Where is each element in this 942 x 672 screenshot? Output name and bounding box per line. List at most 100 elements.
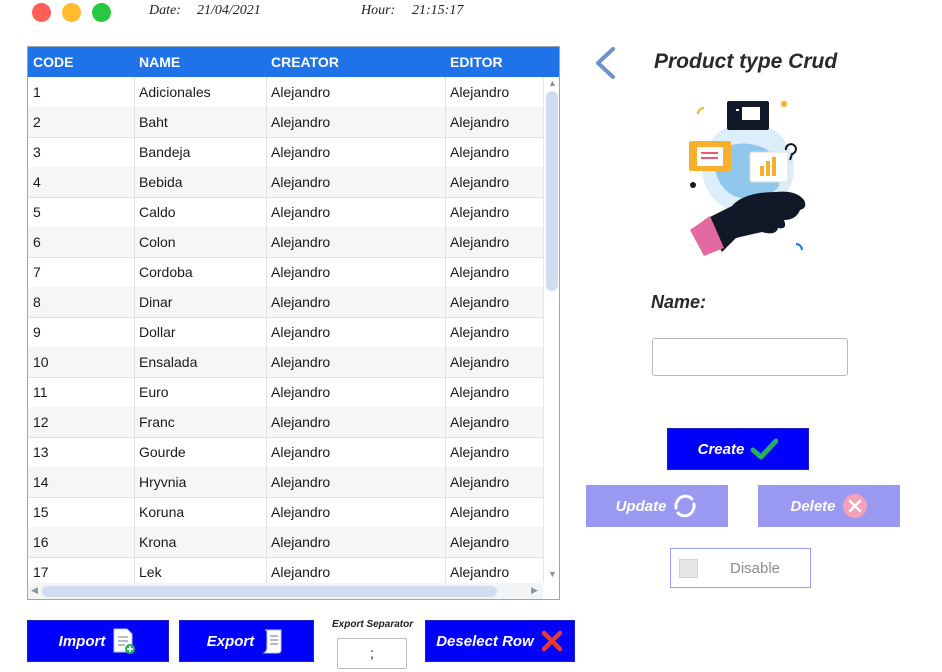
cell-code: 1 — [33, 84, 41, 100]
cell-code: 7 — [33, 264, 41, 280]
cell-creator: Alejandro — [271, 84, 331, 100]
cell-name: Hryvnia — [139, 474, 187, 490]
cell-name: Dollar — [139, 324, 176, 340]
vertical-scrollbar[interactable]: ▲ ▼ — [543, 77, 559, 583]
table-row[interactable]: 4 Bebida Alejandro Alejandro — [28, 167, 543, 198]
window-controls — [32, 3, 111, 22]
cell-editor: Alejandro — [450, 204, 510, 220]
table-row[interactable]: 15 Koruna Alejandro Alejandro — [28, 497, 543, 528]
export-scroll-icon — [262, 629, 282, 654]
cell-code: 6 — [33, 234, 41, 250]
export-button[interactable]: Export — [179, 620, 314, 662]
cell-name: Euro — [139, 384, 169, 400]
cell-creator: Alejandro — [271, 294, 331, 310]
cell-editor: Alejandro — [450, 174, 510, 190]
cell-creator: Alejandro — [271, 414, 331, 430]
delete-button-label: Delete — [790, 497, 836, 515]
cell-editor: Alejandro — [450, 354, 510, 370]
disable-checkbox[interactable] — [679, 559, 698, 578]
hour-label: Hour: — [361, 3, 396, 18]
cell-code: 15 — [33, 504, 49, 520]
table-row[interactable]: 13 Gourde Alejandro Alejandro — [28, 437, 543, 468]
table-row[interactable]: 10 Ensalada Alejandro Alejandro — [28, 347, 543, 378]
table-row[interactable]: 14 Hryvnia Alejandro Alejandro — [28, 467, 543, 498]
cell-creator: Alejandro — [271, 174, 331, 190]
cell-code: 9 — [33, 324, 41, 340]
scroll-down-icon[interactable]: ▼ — [548, 569, 557, 579]
scroll-right-icon[interactable]: ▶ — [531, 585, 538, 596]
column-header-code[interactable]: CODE — [33, 47, 73, 77]
disable-label: Disable — [730, 560, 781, 577]
table-row[interactable]: 11 Euro Alejandro Alejandro — [28, 377, 543, 408]
table-row[interactable]: 16 Krona Alejandro Alejandro — [28, 527, 543, 558]
vertical-scroll-thumb[interactable] — [546, 91, 558, 291]
table-row[interactable]: 6 Colon Alejandro Alejandro — [28, 227, 543, 258]
cell-name: Colon — [139, 234, 176, 250]
export-separator-label: Export Separator — [332, 619, 414, 630]
cell-creator: Alejandro — [271, 114, 331, 130]
delete-button[interactable]: Delete — [758, 485, 900, 527]
cell-creator: Alejandro — [271, 324, 331, 340]
cell-editor: Alejandro — [450, 444, 510, 460]
date-label: Date: — [149, 3, 181, 18]
cell-editor: Alejandro — [450, 474, 510, 490]
cell-editor: Alejandro — [450, 234, 510, 250]
column-header-creator[interactable]: CREATOR — [271, 47, 339, 77]
table-row[interactable]: 7 Cordoba Alejandro Alejandro — [28, 257, 543, 288]
cell-creator: Alejandro — [271, 444, 331, 460]
cell-name: Caldo — [139, 204, 176, 220]
cell-code: 16 — [33, 534, 49, 550]
deselect-row-button[interactable]: Deselect Row — [425, 620, 575, 662]
cell-code: 12 — [33, 414, 49, 430]
scroll-left-icon[interactable]: ◀ — [31, 585, 38, 596]
cell-name: Dinar — [139, 294, 173, 310]
minimize-window-button[interactable] — [62, 3, 81, 22]
cell-editor: Alejandro — [450, 324, 510, 340]
cell-name: Ensalada — [139, 354, 198, 370]
table-row[interactable]: 1 Adicionales Alejandro Alejandro — [28, 77, 543, 108]
import-button-label: Import — [58, 632, 106, 650]
table-row[interactable]: 8 Dinar Alejandro Alejandro — [28, 287, 543, 318]
cell-editor: Alejandro — [450, 414, 510, 430]
cell-code: 5 — [33, 204, 41, 220]
export-separator-input[interactable]: ; — [337, 638, 407, 669]
create-button[interactable]: Create — [667, 428, 809, 470]
column-divider — [134, 77, 135, 583]
horizontal-scroll-thumb[interactable] — [42, 586, 497, 597]
cell-name: Baht — [139, 114, 168, 130]
update-button[interactable]: Update — [586, 485, 728, 527]
cell-editor: Alejandro — [450, 294, 510, 310]
chevron-left-icon[interactable] — [593, 46, 619, 80]
close-window-button[interactable] — [32, 3, 51, 22]
table-row[interactable]: 12 Franc Alejandro Alejandro — [28, 407, 543, 438]
cell-creator: Alejandro — [271, 204, 331, 220]
table-row[interactable]: 2 Baht Alejandro Alejandro — [28, 107, 543, 138]
import-button[interactable]: Import — [27, 620, 169, 662]
maximize-window-button[interactable] — [92, 3, 111, 22]
cell-editor: Alejandro — [450, 84, 510, 100]
product-illustration — [689, 101, 806, 256]
refresh-icon — [674, 494, 696, 518]
cell-creator: Alejandro — [271, 144, 331, 160]
cell-code: 14 — [33, 474, 49, 490]
column-divider — [266, 77, 267, 583]
cell-code: 2 — [33, 114, 41, 130]
horizontal-scrollbar[interactable]: ◀ ▶ — [28, 583, 543, 599]
cell-name: Cordoba — [139, 264, 193, 280]
cell-editor: Alejandro — [450, 384, 510, 400]
column-header-name[interactable]: NAME — [139, 47, 180, 77]
table-row[interactable]: 5 Caldo Alejandro Alejandro — [28, 197, 543, 228]
disable-checkbox-container[interactable]: Disable — [670, 548, 811, 588]
table-row[interactable]: 3 Bandeja Alejandro Alejandro — [28, 137, 543, 168]
cell-editor: Alejandro — [450, 114, 510, 130]
cell-editor: Alejandro — [450, 504, 510, 520]
table-row[interactable]: 9 Dollar Alejandro Alejandro — [28, 317, 543, 348]
product-type-grid[interactable]: CODE NAME CREATOR EDITOR 1 Adicionales Ale… — [27, 46, 560, 600]
grid-header: CODE NAME CREATOR EDITOR — [28, 47, 559, 77]
column-header-editor[interactable]: EDITOR — [450, 47, 503, 77]
scroll-up-icon[interactable]: ▲ — [548, 78, 557, 88]
import-document-icon — [113, 628, 136, 654]
cell-creator: Alejandro — [271, 384, 331, 400]
cell-code: 13 — [33, 444, 49, 460]
name-input[interactable] — [652, 338, 848, 376]
